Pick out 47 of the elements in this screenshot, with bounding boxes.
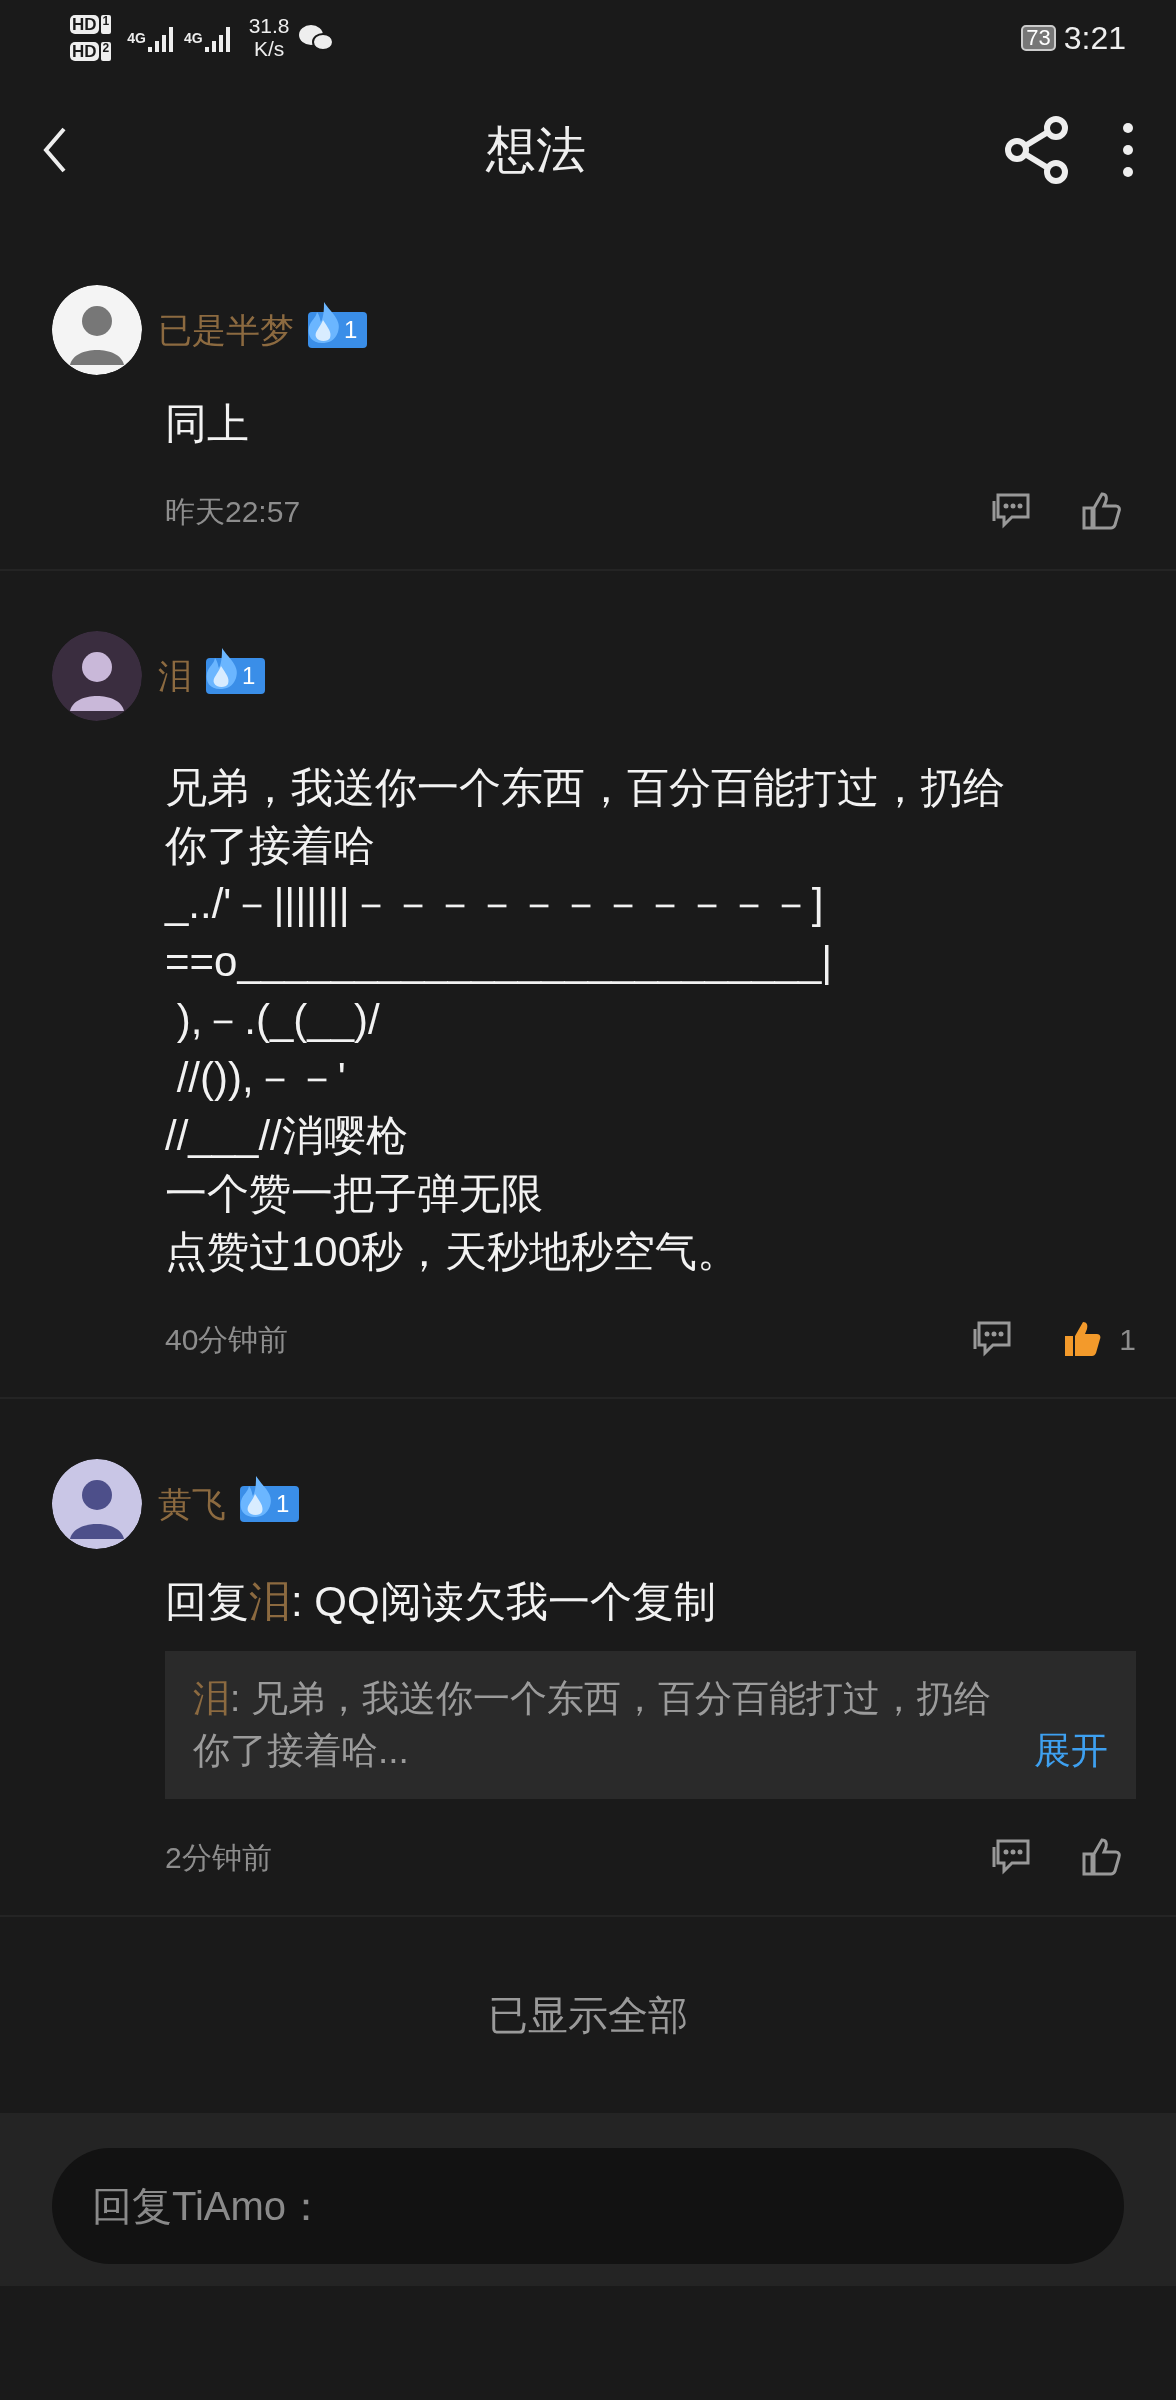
comment-text: 一个赞一把子弹无限: [165, 1169, 544, 1219]
comment-text: _../'－|||||||－－－－－－－－－－－]: [165, 879, 825, 929]
comment-text: 回复泪: QQ阅读欠我一个复制: [165, 1577, 717, 1627]
like-button[interactable]: [1080, 1836, 1122, 1878]
comment-icon: [971, 1319, 1014, 1359]
network-type: 4G: [127, 30, 146, 45]
author-name[interactable]: 已是半梦: [158, 304, 294, 356]
reply-input-field[interactable]: 回复TiAmo：: [52, 2148, 1124, 2264]
avatar[interactable]: [52, 631, 142, 721]
speed-unit: K/s: [252, 37, 286, 60]
quote-text: 泪: 兄弟，我送你一个东西，百分百能打过，扔给你了接着哈...: [193, 1677, 992, 1773]
thumbs-up-icon: [1080, 1836, 1122, 1878]
comment-text: //()),－－': [175, 1053, 347, 1103]
thumbs-up-icon: [1080, 490, 1122, 532]
comment-icon: [990, 1837, 1032, 1877]
avatar[interactable]: [52, 285, 142, 375]
hd-label: HD: [70, 41, 99, 61]
clock: 3:21: [1063, 18, 1126, 58]
timestamp: 2分钟前: [165, 1839, 273, 1876]
network-speed: 31.8: [248, 15, 290, 38]
comment-text: 点赞过100秒，天秒地秒空气。: [165, 1227, 741, 1277]
timestamp: 40分钟前: [165, 1321, 290, 1358]
sim-slot: 2: [100, 41, 112, 61]
battery-level: 73: [1021, 24, 1056, 51]
network-type: 4G: [183, 30, 203, 45]
comment-text: //___//消嘤枪: [165, 1111, 409, 1161]
like-button[interactable]: [1080, 490, 1122, 532]
reply-button[interactable]: [971, 1319, 1014, 1359]
comment-text: 同上: [165, 399, 250, 449]
more-button[interactable]: [1120, 120, 1136, 180]
sim-slot: 1: [100, 14, 112, 34]
comment-text: 兄弟，我送你一个东西，百分百能打过，扔给你了接着哈: [165, 763, 1006, 871]
comment-text: ==o_________________________|: [165, 937, 834, 987]
author-name[interactable]: 黄飞: [158, 1478, 226, 1530]
page-title: 想法: [486, 121, 586, 178]
expand-link[interactable]: 展开: [1034, 1725, 1108, 1777]
end-of-list-text: 已显示全部: [488, 1992, 688, 2039]
hd-label: HD: [70, 14, 99, 34]
reply-button[interactable]: [990, 491, 1032, 531]
like-count: 1: [1119, 1321, 1136, 1358]
reply-button[interactable]: [990, 1837, 1032, 1877]
more-icon: [1120, 120, 1136, 180]
timestamp: 昨天22:57: [165, 493, 302, 530]
comment-text: ),－.(_(__)/: [175, 995, 381, 1045]
author-name[interactable]: 泪: [158, 650, 192, 702]
avatar[interactable]: [52, 1459, 142, 1549]
comment-icon: [990, 491, 1032, 531]
